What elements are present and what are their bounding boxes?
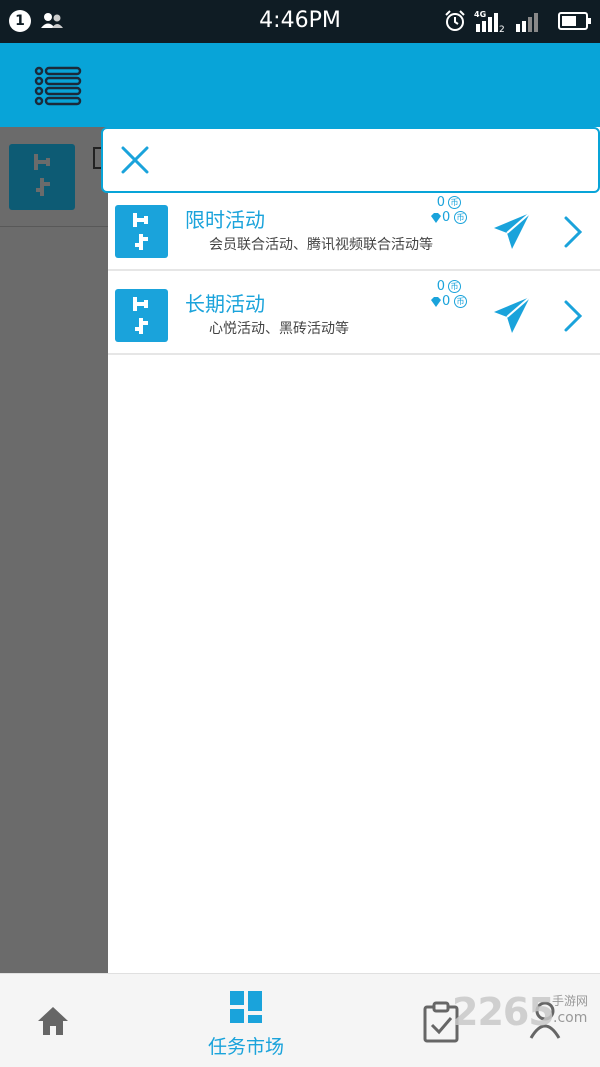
send-icon[interactable] (492, 295, 532, 335)
watermark-domain: .com (553, 1010, 588, 1026)
coin-icon: 币 (448, 196, 461, 209)
vip-diamond-icon (431, 212, 441, 223)
list-item[interactable]: 限时活动 会员联合活动、腾讯视频联合活动等 0币 0币 (108, 193, 600, 271)
chevron-right-icon[interactable] (562, 215, 584, 249)
nav-tab-market-label: 任务市场 (207, 1036, 284, 1058)
item-description: 会员联合活动、腾讯视频联合活动等 (209, 237, 433, 253)
item-description: 心悦活动、黑砖活动等 (209, 321, 349, 337)
close-icon[interactable] (120, 145, 150, 175)
coin-count: 0币 (430, 195, 461, 210)
sim-index-label: 2 (499, 25, 505, 32)
coin-count: 0币 (430, 279, 461, 294)
coin-icon: 币 (448, 280, 461, 293)
item-title: 限时活动 (185, 208, 265, 232)
nav-tab-market[interactable]: 任务市场 (186, 990, 306, 1060)
send-icon[interactable] (492, 211, 532, 251)
list-menu-icon[interactable] (33, 65, 83, 107)
signal-icon-secondary (516, 13, 538, 32)
chevron-right-icon[interactable] (562, 299, 584, 333)
status-time: 4:46PM (259, 8, 341, 33)
logo-glyph-icon (34, 154, 50, 196)
list-item[interactable]: 长期活动 心悦活动、黑砖活动等 0币 0币 (108, 277, 600, 355)
item-logo-icon (115, 205, 168, 258)
search-input[interactable] (101, 127, 600, 193)
bottom-nav: 任务市场 2265 手游网 .com (0, 973, 600, 1067)
vip-coin-count: 0币 (430, 210, 467, 225)
signal-icon: 2 (476, 13, 505, 32)
activity-drawer: 限时活动 会员联合活动、腾讯视频联合活动等 0币 0币 长期活动 心悦活动、黑砖… (101, 127, 600, 973)
watermark-sub: 手游网 (552, 994, 589, 1008)
battery-icon (558, 12, 591, 30)
home-icon[interactable] (35, 1004, 71, 1038)
status-bar: 1 4:46PM 4G 2 (0, 0, 600, 43)
market-icon (230, 991, 262, 1023)
background-list-item (0, 127, 110, 227)
vip-diamond-icon (431, 296, 441, 307)
vip-coin-count: 0币 (430, 294, 467, 309)
item-logo-icon (115, 289, 168, 342)
coin-icon: 币 (454, 211, 467, 224)
app-header (0, 43, 600, 127)
item-title: 长期活动 (185, 292, 265, 316)
app-logo (9, 144, 75, 210)
watermark-logo: 2265 (452, 990, 555, 1034)
alarm-icon (445, 10, 465, 31)
coin-icon: 币 (454, 295, 467, 308)
